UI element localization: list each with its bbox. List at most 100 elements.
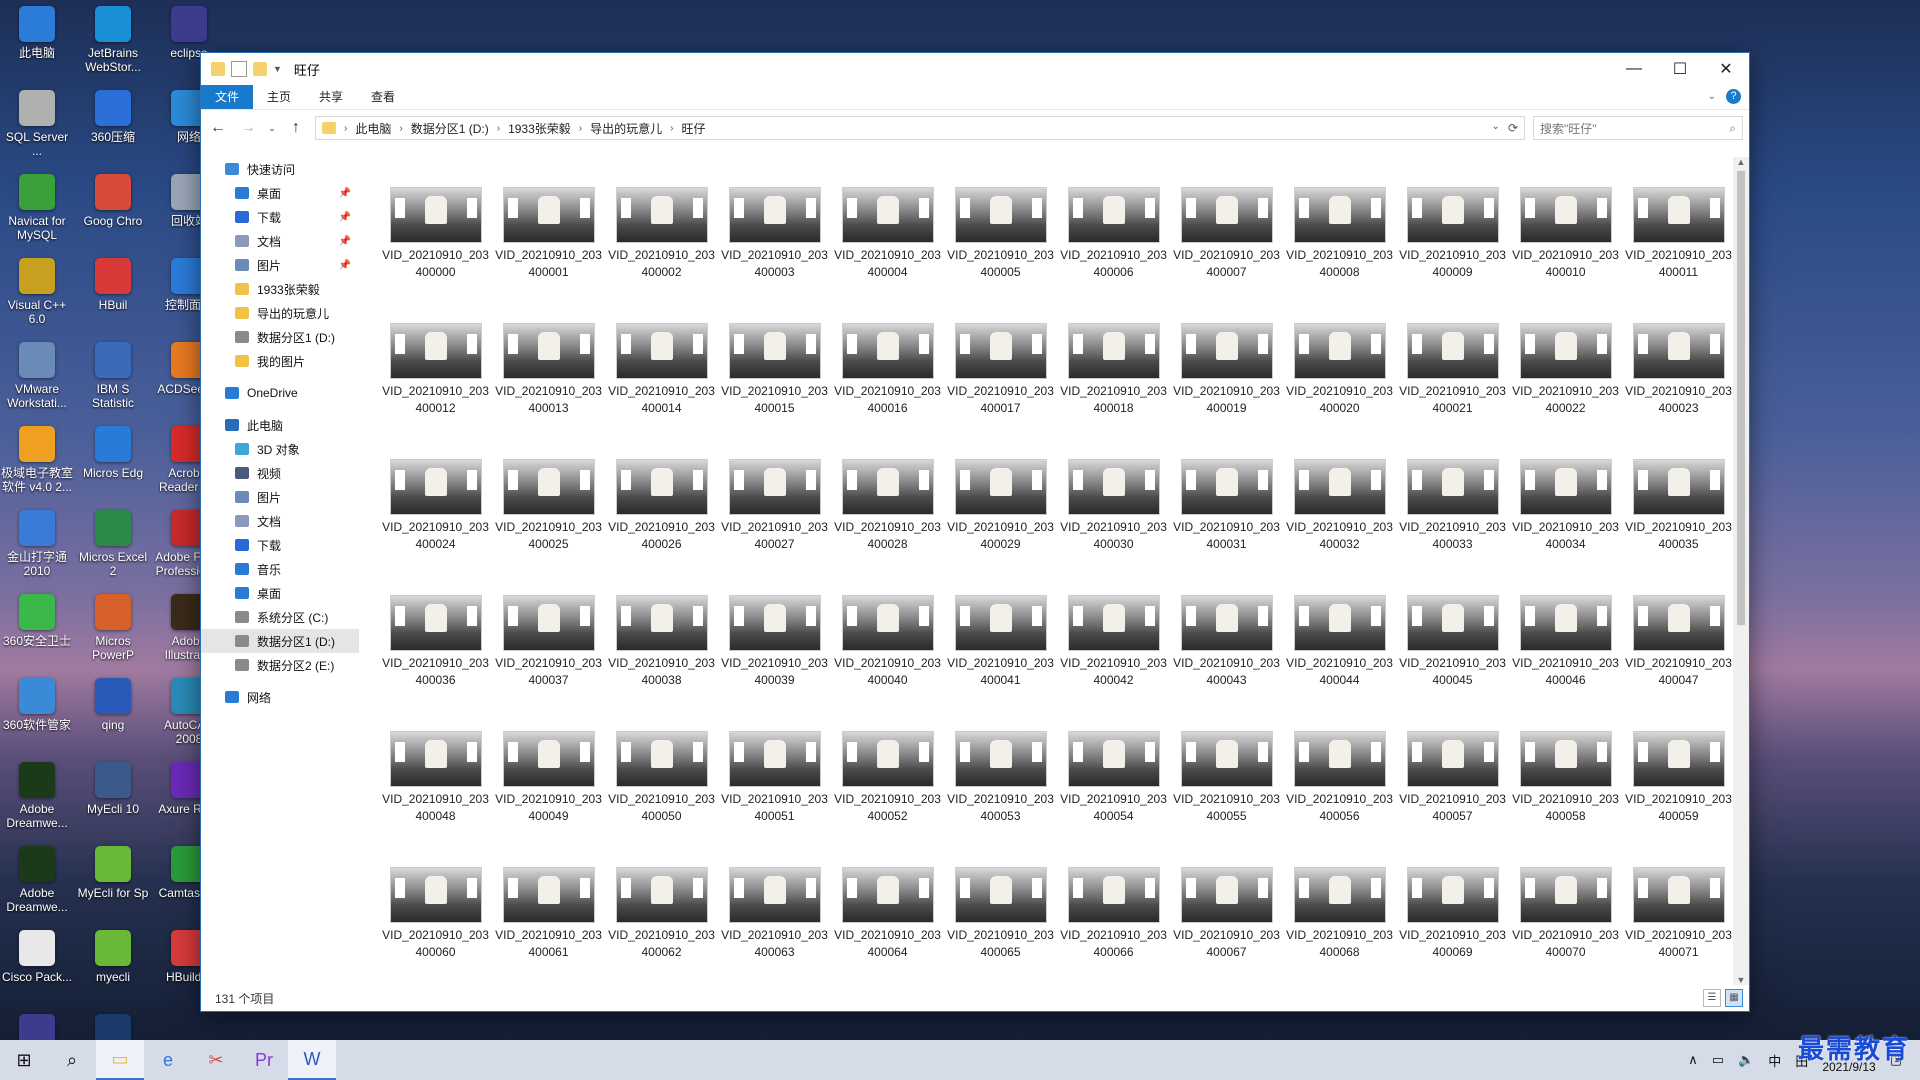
breadcrumb-item[interactable]: 数据分区1 (D:) xyxy=(411,120,489,137)
desktop-shortcut[interactable]: 360安全卫士 xyxy=(0,594,74,648)
nav-item[interactable]: 我的图片 xyxy=(201,349,359,373)
video-file-item[interactable]: VID_20210910_203400021 xyxy=(1396,323,1509,459)
video-file-item[interactable]: VID_20210910_203400046 xyxy=(1509,595,1622,731)
video-file-item[interactable]: VID_20210910_203400023 xyxy=(1622,323,1733,459)
video-file-item[interactable]: VID_20210910_203400062 xyxy=(605,867,718,985)
breadcrumb-item[interactable]: 旺仔 xyxy=(681,120,705,137)
nav-item[interactable]: 下载 📌 xyxy=(201,205,359,229)
video-file-item[interactable]: VID_20210910_203400047 xyxy=(1622,595,1733,731)
video-file-item[interactable]: VID_20210910_203400010 xyxy=(1509,187,1622,323)
nav-item[interactable]: 网络 xyxy=(201,685,359,709)
video-file-item[interactable]: VID_20210910_203400066 xyxy=(1057,867,1170,985)
address-history-dropdown-icon[interactable]: ⌄ xyxy=(1492,121,1500,135)
nav-item[interactable]: 音乐 xyxy=(201,557,359,581)
nav-item[interactable]: 图片 📌 xyxy=(201,253,359,277)
video-file-item[interactable]: VID_20210910_203400069 xyxy=(1396,867,1509,985)
scroll-up-icon[interactable]: ▲ xyxy=(1733,157,1749,167)
maximize-button[interactable]: ☐ xyxy=(1657,53,1703,85)
back-button[interactable]: ← xyxy=(207,119,229,137)
video-file-item[interactable]: VID_20210910_203400000 xyxy=(379,187,492,323)
video-file-item[interactable]: VID_20210910_203400059 xyxy=(1622,731,1733,867)
address-bar[interactable]: › 此电脑 › 数据分区1 (D:) › 1933张荣毅 › 导出的玩意儿 › … xyxy=(315,116,1525,140)
video-file-item[interactable]: VID_20210910_203400003 xyxy=(718,187,831,323)
desktop-shortcut[interactable]: Goog Chro xyxy=(76,174,150,228)
video-file-item[interactable]: VID_20210910_203400027 xyxy=(718,459,831,595)
file-explorer-icon[interactable]: ▭ xyxy=(96,1040,144,1080)
close-button[interactable]: ✕ xyxy=(1703,53,1749,85)
video-file-item[interactable]: VID_20210910_203400037 xyxy=(492,595,605,731)
customize-toolbar-dropdown-icon[interactable]: ▼ xyxy=(273,64,282,74)
video-file-item[interactable]: VID_20210910_203400033 xyxy=(1396,459,1509,595)
expand-ribbon-icon[interactable]: ⌄ xyxy=(1708,91,1716,102)
video-file-item[interactable]: VID_20210910_203400061 xyxy=(492,867,605,985)
desktop-shortcut[interactable]: Navicat for MySQL xyxy=(0,174,74,242)
nav-item[interactable]: 下载 xyxy=(201,533,359,557)
desktop-shortcut[interactable]: IBM S Statistic xyxy=(76,342,150,410)
nav-item[interactable]: 导出的玩意儿 xyxy=(201,301,359,325)
video-file-item[interactable]: VID_20210910_203400054 xyxy=(1057,731,1170,867)
video-file-item[interactable]: VID_20210910_203400057 xyxy=(1396,731,1509,867)
breadcrumb-item[interactable]: 导出的玩意儿 xyxy=(590,120,662,137)
desktop-shortcut[interactable]: Micros Excel 2 xyxy=(76,510,150,578)
tab-view[interactable]: 查看 xyxy=(357,85,409,109)
tab-share[interactable]: 共享 xyxy=(305,85,357,109)
video-file-item[interactable]: VID_20210910_203400050 xyxy=(605,731,718,867)
snipping-tool-icon[interactable]: ✂ xyxy=(192,1040,240,1080)
video-file-item[interactable]: VID_20210910_203400055 xyxy=(1170,731,1283,867)
video-file-item[interactable]: VID_20210910_203400006 xyxy=(1057,187,1170,323)
search-icon[interactable]: ⌕ xyxy=(48,1040,96,1080)
video-file-item[interactable]: VID_20210910_203400005 xyxy=(944,187,1057,323)
video-file-item[interactable]: VID_20210910_203400002 xyxy=(605,187,718,323)
desktop-shortcut[interactable]: 极域电子教室 软件 v4.0 2... xyxy=(0,426,74,494)
video-file-item[interactable]: VID_20210910_203400025 xyxy=(492,459,605,595)
video-file-item[interactable]: VID_20210910_203400064 xyxy=(831,867,944,985)
video-file-item[interactable]: VID_20210910_203400063 xyxy=(718,867,831,985)
properties-icon[interactable] xyxy=(231,61,247,77)
video-file-item[interactable]: VID_20210910_203400035 xyxy=(1622,459,1733,595)
video-file-item[interactable]: VID_20210910_203400042 xyxy=(1057,595,1170,731)
desktop-shortcut[interactable]: myecli xyxy=(76,930,150,984)
desktop-shortcut[interactable]: MyEcli 10 xyxy=(76,762,150,816)
desktop-shortcut[interactable]: VMware Workstati... xyxy=(0,342,74,410)
new-folder-icon[interactable] xyxy=(253,62,267,76)
video-file-item[interactable]: VID_20210910_203400067 xyxy=(1170,867,1283,985)
video-file-item[interactable]: VID_20210910_203400071 xyxy=(1622,867,1733,985)
desktop-shortcut[interactable]: SQL Server ... xyxy=(0,90,74,158)
up-button[interactable]: ↑ xyxy=(285,119,307,137)
video-file-item[interactable]: VID_20210910_203400026 xyxy=(605,459,718,595)
video-file-item[interactable]: VID_20210910_203400058 xyxy=(1509,731,1622,867)
forward-button[interactable]: → xyxy=(237,119,259,137)
nav-item[interactable]: 数据分区1 (D:) xyxy=(201,325,359,349)
nav-item[interactable]: 此电脑 xyxy=(201,413,359,437)
scroll-down-icon[interactable]: ▼ xyxy=(1733,975,1749,985)
video-file-item[interactable]: VID_20210910_203400001 xyxy=(492,187,605,323)
large-icons-view-icon[interactable]: ▦ xyxy=(1725,989,1743,1007)
video-file-item[interactable]: VID_20210910_203400017 xyxy=(944,323,1057,459)
video-file-item[interactable]: VID_20210910_203400034 xyxy=(1509,459,1622,595)
video-file-item[interactable]: VID_20210910_203400051 xyxy=(718,731,831,867)
recent-locations-icon[interactable]: ⌄ xyxy=(267,123,277,134)
nav-item[interactable]: OneDrive xyxy=(201,381,359,405)
desktop-shortcut[interactable]: MyEcli for Sp xyxy=(76,846,150,900)
video-file-item[interactable]: VID_20210910_203400007 xyxy=(1170,187,1283,323)
desktop-shortcut[interactable]: 360软件管家 xyxy=(0,678,74,732)
premiere-icon[interactable]: Pr xyxy=(240,1040,288,1080)
tab-file[interactable]: 文件 xyxy=(201,85,254,109)
video-file-item[interactable]: VID_20210910_203400038 xyxy=(605,595,718,731)
video-file-item[interactable]: VID_20210910_203400009 xyxy=(1396,187,1509,323)
nav-item[interactable]: 桌面 📌 xyxy=(201,181,359,205)
video-file-item[interactable]: VID_20210910_203400019 xyxy=(1170,323,1283,459)
desktop-shortcut[interactable]: Micros Edg xyxy=(76,426,150,480)
video-file-item[interactable]: VID_20210910_203400036 xyxy=(379,595,492,731)
nav-item[interactable]: 快速访问 xyxy=(201,157,359,181)
desktop-shortcut[interactable]: 此电脑 xyxy=(0,6,74,60)
nav-item[interactable]: 数据分区1 (D:) xyxy=(201,629,359,653)
video-file-item[interactable]: VID_20210910_203400041 xyxy=(944,595,1057,731)
video-file-item[interactable]: VID_20210910_203400020 xyxy=(1283,323,1396,459)
tab-home[interactable]: 主页 xyxy=(253,85,305,109)
video-file-item[interactable]: VID_20210910_203400012 xyxy=(379,323,492,459)
desktop-shortcut[interactable]: JetBrains WebStor... xyxy=(76,6,150,74)
video-file-item[interactable]: VID_20210910_203400065 xyxy=(944,867,1057,985)
scrollbar-thumb[interactable] xyxy=(1737,171,1745,625)
video-file-item[interactable]: VID_20210910_203400029 xyxy=(944,459,1057,595)
